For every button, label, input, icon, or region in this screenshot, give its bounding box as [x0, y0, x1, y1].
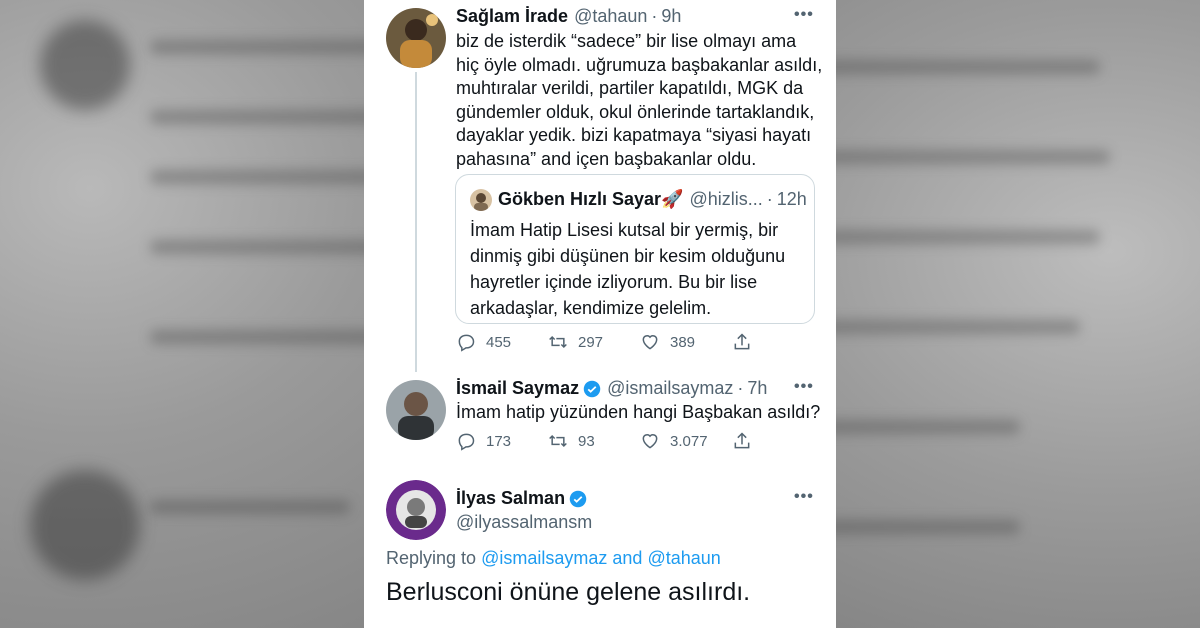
verified-badge-icon	[569, 490, 587, 507]
avatar[interactable]	[386, 480, 446, 540]
quote-username: @hizlis...	[689, 189, 763, 209]
reply-icon	[458, 433, 475, 451]
tweet-saglam-irade[interactable]: Sağlam İrade @tahaun · 9h ••• biz de ist…	[364, 0, 836, 372]
quote-text: İmam Hatip Lisesi kutsal bir yermiş, bir…	[470, 217, 810, 321]
share-button[interactable]	[732, 431, 762, 451]
tweet-text-line: gündemler olduk, okul önlerinde tartakla…	[456, 101, 815, 122]
like-button[interactable]: 3.077	[640, 431, 732, 451]
tweet-actions: 455 297 389	[456, 332, 762, 352]
tweet-header: Sağlam İrade @tahaun · 9h	[456, 6, 681, 27]
tweet-text-line: dayaklar yedik. bizi kapatmaya “siyasi h…	[456, 125, 812, 145]
replying-prefix: Replying to	[386, 548, 477, 568]
timestamp[interactable]: 9h	[661, 6, 681, 27]
more-icon[interactable]: •••	[794, 488, 814, 506]
username[interactable]: @ismailsaymaz	[607, 378, 733, 399]
mention-link[interactable]: @tahaun	[647, 548, 720, 568]
retweet-button[interactable]: 93	[548, 431, 640, 451]
quote-timestamp: 12h	[776, 189, 807, 209]
tweet-text-line: biz de isterdik “sadece” bir lise olmayı…	[456, 31, 797, 51]
retweet-count: 93	[578, 432, 595, 450]
tweet-header: İlyas Salman	[456, 488, 587, 509]
tweet-text-line: hiç öyle olmadı. uğrumuza başbakanlar as…	[456, 54, 823, 75]
heart-icon	[642, 434, 658, 449]
quote-text-line: arkadaşlar, kendimize gelelim.	[470, 298, 712, 318]
tweet-text: Berlusconi önüne gelene asılırdı.	[386, 578, 751, 606]
quote-header: Gökben Hızlı Sayar🚀 @hizlis... · 12h	[498, 189, 807, 210]
verified-badge-icon	[583, 380, 601, 397]
username-row: @ilyassalmansm	[456, 512, 592, 533]
like-count: 3.077	[670, 432, 708, 450]
display-name[interactable]: Sağlam İrade	[456, 6, 568, 27]
reply-button[interactable]: 455	[456, 332, 548, 352]
like-button[interactable]: 389	[640, 332, 732, 352]
username[interactable]: @tahaun	[574, 6, 647, 27]
tweet-header: İsmail Saymaz @ismailsaymaz · 7h	[456, 378, 767, 399]
tweet-text-line: muhtıralar verildi, partiler kapatıldı, …	[456, 78, 804, 98]
mention-link[interactable]: @ismailsaymaz	[481, 548, 607, 568]
tweet-text: biz de isterdik “sadece” bir lise olmayı…	[456, 30, 826, 171]
tweet-thread-panel: Sağlam İrade @tahaun · 9h ••• biz de ist…	[364, 0, 836, 628]
quote-text-line: hayretler içinde izliyorum. Bu bir lise	[470, 272, 758, 292]
tweet-ismail-saymaz[interactable]: İsmail Saymaz @ismailsaymaz · 7h ••• İma…	[364, 370, 836, 470]
reply-icon	[458, 334, 475, 352]
quote-text-line: dinmiş gibi düşünen bir kesim olduğunu	[470, 246, 786, 266]
heart-icon	[642, 335, 658, 350]
display-name[interactable]: İlyas Salman	[456, 488, 565, 509]
more-icon[interactable]: •••	[794, 6, 814, 24]
like-count: 389	[670, 333, 696, 351]
quote-display-name: Gökben Hızlı Sayar🚀	[498, 189, 684, 209]
display-name[interactable]: İsmail Saymaz	[456, 378, 579, 399]
more-icon[interactable]: •••	[794, 378, 814, 396]
tweet-text: İmam hatip yüzünden hangi Başbakan asıld…	[456, 402, 821, 422]
separator: ·	[737, 378, 744, 398]
reply-button[interactable]: 173	[456, 431, 548, 451]
username[interactable]: @ilyassalmansm	[456, 512, 592, 533]
quote-avatar	[470, 189, 492, 211]
quoted-tweet[interactable]: Gökben Hızlı Sayar🚀 @hizlis... · 12h İma…	[455, 174, 815, 324]
retweet-icon	[549, 434, 567, 448]
retweet-icon	[549, 335, 567, 349]
tweet-actions: 173 93 3.077	[456, 431, 762, 451]
retweet-count: 297	[578, 333, 604, 351]
quote-text-line: İmam Hatip Lisesi kutsal bir yermiş, bir	[470, 220, 779, 240]
replying-to: Replying to @ismailsaymaz and @tahaun	[386, 548, 721, 569]
avatar[interactable]	[386, 8, 446, 68]
share-icon	[734, 432, 750, 449]
tweet-ilyas-salman[interactable]: İlyas Salman @ilyassalmansm ••• Replying…	[364, 470, 836, 628]
avatar[interactable]	[386, 380, 446, 440]
mention-and: and	[612, 548, 643, 568]
separator: ·	[766, 189, 773, 209]
separator: ·	[651, 6, 658, 26]
reply-count: 173	[486, 432, 512, 450]
thread-line	[415, 72, 417, 372]
timestamp[interactable]: 7h	[747, 378, 767, 399]
reply-count: 455	[486, 333, 512, 351]
retweet-button[interactable]: 297	[548, 332, 640, 352]
share-button[interactable]	[732, 332, 762, 352]
share-icon	[734, 333, 750, 350]
tweet-text-line: pahasına” and içen başbakanlar oldu.	[456, 148, 757, 169]
